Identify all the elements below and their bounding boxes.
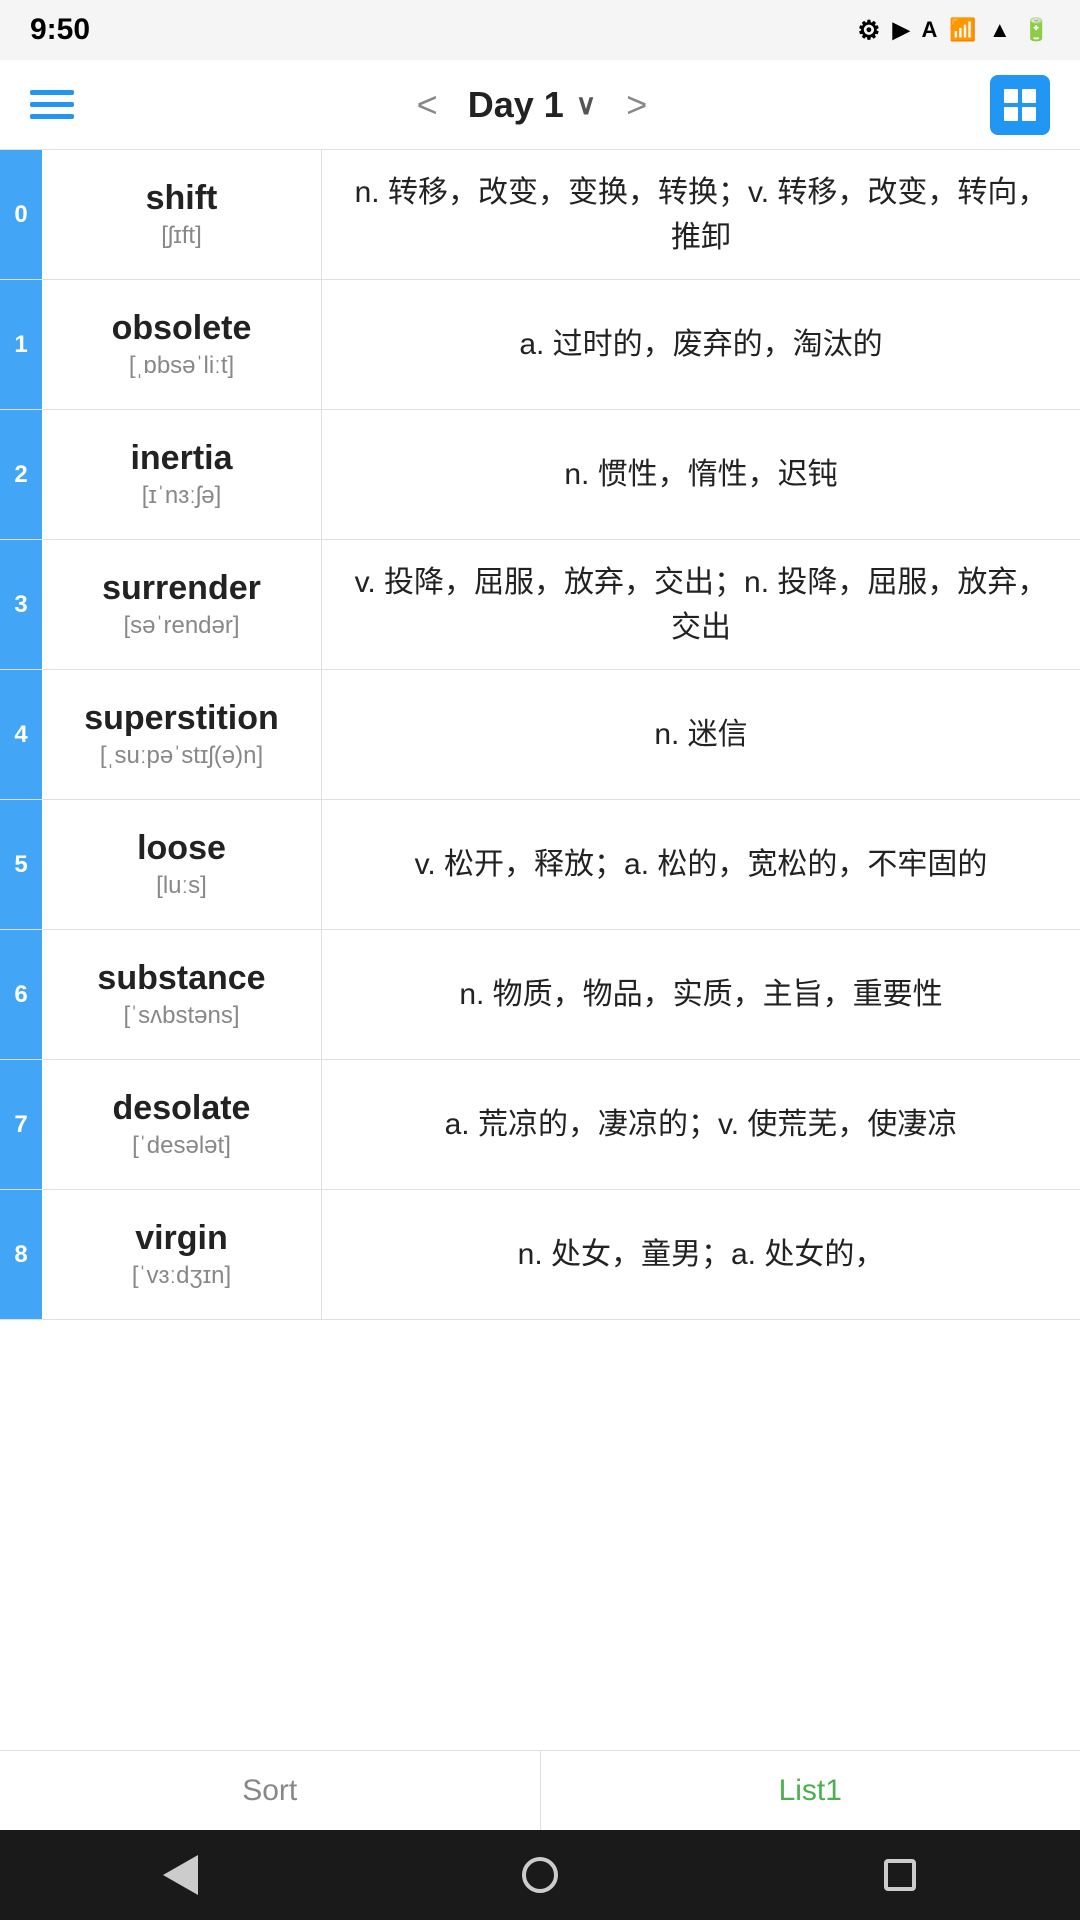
word-phonetic: [ˈsʌbstəns] (123, 1002, 239, 1030)
table-row[interactable]: 0 shift [ʃɪft] n. 转移，改变，变换，转换；v. 转移，改变，转向，推… (0, 150, 1080, 280)
word-phonetic: [ˈdesələt] (132, 1132, 231, 1160)
sort-tab[interactable]: Sort (0, 1751, 541, 1830)
word-english: loose (137, 829, 226, 868)
menu-line-1 (30, 90, 74, 95)
android-nav-bar (0, 1830, 1080, 1920)
row-definition: n. 转移，改变，变换，转换；v. 转移，改变，转向，推卸 (322, 150, 1080, 279)
status-bar: 9:50 ⚙ ▶ A 📶 ▲ 🔋 (0, 0, 1080, 60)
row-index: 5 (0, 800, 42, 929)
word-english: inertia (130, 439, 232, 478)
row-word: inertia [ɪˈnɜːʃə] (42, 410, 322, 539)
row-definition: v. 松开，释放；a. 松的，宽松的，不牢固的 (322, 800, 1080, 929)
table-row[interactable]: 7 desolate [ˈdesələt] a. 荒凉的，凄凉的；v. 使荒芜，使凄凉 (0, 1060, 1080, 1190)
word-english: shift (146, 179, 218, 218)
sort-tab-label: Sort (242, 1774, 297, 1808)
top-nav: < Day 1 ∨ > (0, 60, 1080, 150)
row-index: 4 (0, 670, 42, 799)
row-definition: n. 处女，童男；a. 处女的， (322, 1190, 1080, 1319)
word-phonetic: [ˈvɜːdʒɪn] (132, 1262, 231, 1290)
row-word: shift [ʃɪft] (42, 150, 322, 279)
status-right: ⚙ ▶ A 📶 ▲ 🔋 (857, 15, 1050, 46)
status-time: 9:50 (30, 13, 90, 47)
table-row[interactable]: 8 virgin [ˈvɜːdʒɪn] n. 处女，童男；a. 处女的， (0, 1190, 1080, 1320)
table-row[interactable]: 2 inertia [ɪˈnɜːʃə] n. 惯性，惰性，迟钝 (0, 410, 1080, 540)
next-button[interactable]: > (616, 74, 657, 136)
word-phonetic: [ˌsuːpəˈstɪʃ(ə)n] (100, 742, 263, 770)
row-definition: n. 惯性，惰性，迟钝 (322, 410, 1080, 539)
grid-icon (1002, 87, 1038, 123)
table-row[interactable]: 1 obsolete [ˌɒbsəˈliːt] a. 过时的，废弃的，淘汰的 (0, 280, 1080, 410)
table-row[interactable]: 3 surrender [səˈrendər] v. 投降，屈服，放弃，交出；n. 投… (0, 540, 1080, 670)
word-list: 0 shift [ʃɪft] n. 转移，改变，变换，转换；v. 转移，改变，转向，推… (0, 150, 1080, 1750)
row-definition: a. 荒凉的，凄凉的；v. 使荒芜，使凄凉 (322, 1060, 1080, 1189)
grid-view-button[interactable] (990, 75, 1050, 135)
gear-icon: ⚙ (857, 15, 880, 46)
list1-tab[interactable]: List1 (541, 1751, 1080, 1830)
row-word: loose [luːs] (42, 800, 322, 929)
wifi-icon: 📶 (949, 17, 976, 43)
menu-line-3 (30, 114, 74, 119)
day-title-text: Day 1 (468, 84, 564, 126)
word-english: substance (97, 959, 265, 998)
row-index: 0 (0, 150, 42, 279)
row-word: superstition [ˌsuːpəˈstɪʃ(ə)n] (42, 670, 322, 799)
bottom-tabs: Sort List1 (0, 1750, 1080, 1830)
word-phonetic: [ˌɒbsəˈliːt] (129, 352, 234, 380)
word-english: virgin (135, 1219, 228, 1258)
table-row[interactable]: 4 superstition [ˌsuːpəˈstɪʃ(ə)n] n. 迷信 (0, 670, 1080, 800)
list1-tab-label: List1 (779, 1774, 842, 1808)
table-row[interactable]: 6 substance [ˈsʌbstəns] n. 物质，物品，实质，主旨，重要性 (0, 930, 1080, 1060)
home-icon (522, 1857, 558, 1893)
row-word: virgin [ˈvɜːdʒɪn] (42, 1190, 322, 1319)
battery-icon: 🔋 (1023, 17, 1050, 43)
status-left: 9:50 (30, 13, 90, 47)
home-button[interactable] (510, 1845, 570, 1905)
recent-icon (884, 1859, 916, 1891)
row-definition: a. 过时的，废弃的，淘汰的 (322, 280, 1080, 409)
word-phonetic: [ʃɪft] (161, 222, 202, 250)
play-icon: ▶ (893, 17, 910, 43)
row-index: 1 (0, 280, 42, 409)
row-word: surrender [səˈrendər] (42, 540, 322, 669)
word-english: desolate (113, 1089, 251, 1128)
row-word: obsolete [ˌɒbsəˈliːt] (42, 280, 322, 409)
recent-button[interactable] (870, 1845, 930, 1905)
prev-button[interactable]: < (407, 74, 448, 136)
row-definition: n. 迷信 (322, 670, 1080, 799)
word-english: surrender (102, 569, 261, 608)
back-button[interactable] (150, 1845, 210, 1905)
word-phonetic: [səˈrendər] (123, 612, 239, 640)
row-index: 8 (0, 1190, 42, 1319)
row-definition: n. 物质，物品，实质，主旨，重要性 (322, 930, 1080, 1059)
chevron-down-icon: ∨ (576, 88, 597, 121)
word-phonetic: [luːs] (156, 872, 207, 900)
word-english: obsolete (112, 309, 252, 348)
menu-line-2 (30, 102, 74, 107)
word-english: superstition (84, 699, 279, 738)
signal-icon: ▲ (989, 17, 1011, 43)
row-index: 7 (0, 1060, 42, 1189)
day-title[interactable]: Day 1 ∨ (468, 84, 597, 126)
row-index: 2 (0, 410, 42, 539)
a-icon: A (922, 17, 938, 43)
table-row[interactable]: 5 loose [luːs] v. 松开，释放；a. 松的，宽松的，不牢固的 (0, 800, 1080, 930)
back-icon (163, 1855, 198, 1895)
row-word: substance [ˈsʌbstəns] (42, 930, 322, 1059)
row-index: 3 (0, 540, 42, 669)
row-definition: v. 投降，屈服，放弃，交出；n. 投降，屈服，放弃，交出 (322, 540, 1080, 669)
row-index: 6 (0, 930, 42, 1059)
row-word: desolate [ˈdesələt] (42, 1060, 322, 1189)
word-phonetic: [ɪˈnɜːʃə] (142, 482, 222, 510)
menu-button[interactable] (30, 90, 74, 119)
